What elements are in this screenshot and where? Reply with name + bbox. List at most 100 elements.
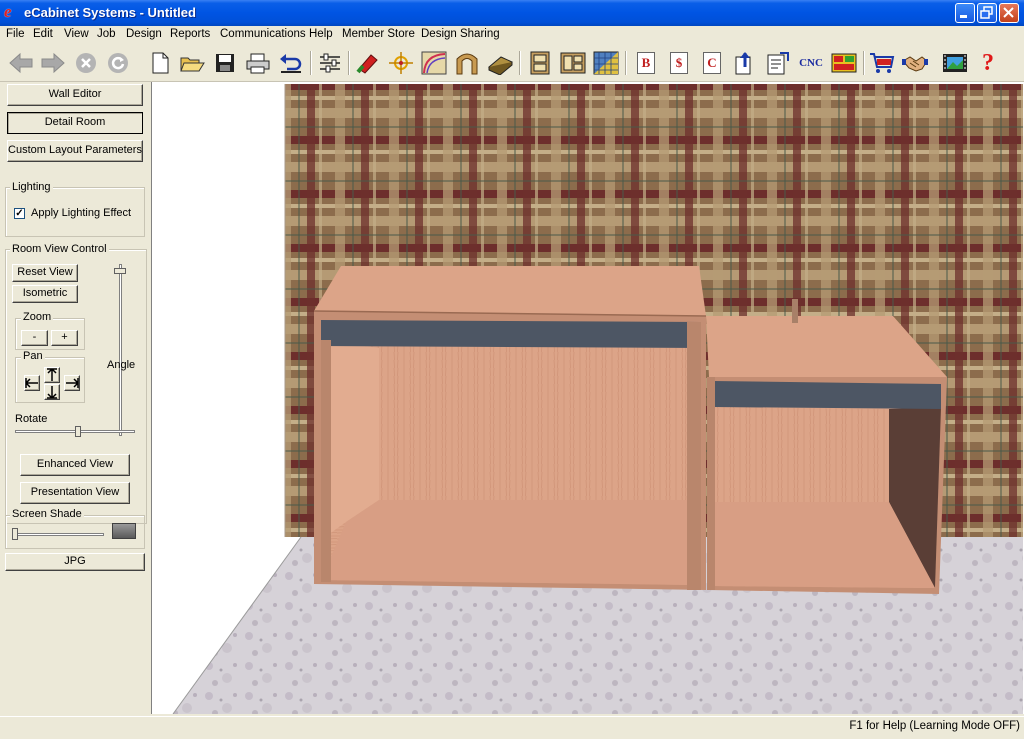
- toolbar-separator: [310, 51, 312, 75]
- cnc-button[interactable]: CNC: [797, 50, 825, 76]
- arch-icon: [456, 53, 478, 75]
- cutlist-button[interactable]: C: [699, 50, 725, 76]
- apply-lighting-label: Apply Lighting Effect: [31, 207, 132, 219]
- screen-shade-slider-thumb[interactable]: [12, 528, 18, 540]
- isometric-button[interactable]: Isometric: [12, 285, 78, 303]
- angle-slider-thumb[interactable]: [114, 268, 126, 274]
- presentation-button[interactable]: [942, 50, 968, 76]
- toolbar-separator: [863, 51, 865, 75]
- curve-button[interactable]: [421, 50, 447, 76]
- hardware-icon: [356, 54, 378, 74]
- cart-button[interactable]: [869, 50, 895, 76]
- new-button[interactable]: [147, 50, 173, 76]
- wall-editor-button[interactable]: Wall Editor: [7, 84, 143, 106]
- export-button[interactable]: [732, 50, 758, 76]
- cabinet-list-icon: [560, 52, 586, 74]
- settings-sliders-icon: [320, 53, 340, 73]
- room-render: [152, 82, 1024, 714]
- pan-left-button[interactable]: [24, 375, 40, 391]
- cost-button[interactable]: $: [666, 50, 692, 76]
- menu-design-sharing[interactable]: Design Sharing: [421, 28, 500, 40]
- open-folder-icon: [180, 57, 205, 72]
- cutlist-icon: C: [703, 52, 721, 74]
- jpg-button[interactable]: JPG: [5, 553, 145, 571]
- save-button[interactable]: [212, 50, 238, 76]
- left-panel: Wall Editor Detail Room Custom Layout Pa…: [0, 82, 150, 714]
- cart-icon: [870, 53, 895, 73]
- toolbar-separator: [519, 51, 521, 75]
- pan-up-button[interactable]: [44, 367, 60, 383]
- menu-view[interactable]: View: [64, 28, 89, 40]
- menu-file[interactable]: File: [6, 28, 25, 40]
- lighting-group-title: Lighting: [10, 181, 53, 193]
- undo-button[interactable]: [278, 50, 304, 76]
- menu-reports[interactable]: Reports: [170, 28, 210, 40]
- restore-button[interactable]: [977, 3, 997, 23]
- close-button[interactable]: [999, 3, 1019, 23]
- panel-layout-button[interactable]: [831, 50, 857, 76]
- help-icon: ?: [982, 49, 994, 76]
- arch-button[interactable]: [454, 50, 480, 76]
- reset-view-button[interactable]: Reset View: [12, 264, 78, 282]
- cabinet-list-button[interactable]: [560, 50, 586, 76]
- menu-communications[interactable]: Communications: [220, 28, 306, 40]
- save-disk-icon: [216, 54, 234, 72]
- zoom-group-title: Zoom: [21, 311, 54, 323]
- cost-icon: $: [670, 52, 688, 74]
- custom-layout-parameters-button[interactable]: Custom Layout Parameters: [7, 140, 143, 162]
- rotate-label: Rotate: [15, 413, 48, 425]
- help-button[interactable]: ?: [975, 50, 1001, 76]
- app-logo-icon: e: [4, 2, 12, 21]
- node-icon: [389, 52, 413, 74]
- report-button[interactable]: [765, 50, 791, 76]
- enhanced-view-button[interactable]: Enhanced View: [20, 454, 130, 476]
- open-button[interactable]: [179, 50, 205, 76]
- room-view-control-title: Room View Control: [10, 243, 109, 255]
- menu-help[interactable]: Help: [309, 28, 333, 40]
- new-file-icon: [152, 52, 169, 74]
- rotate-slider-thumb[interactable]: [75, 426, 81, 437]
- close-icon: [1003, 7, 1014, 18]
- minimize-icon: [960, 15, 967, 18]
- minimize-button[interactable]: [955, 3, 975, 23]
- menu-member-store[interactable]: Member Store: [342, 28, 415, 40]
- pan-down-button[interactable]: [44, 384, 60, 400]
- film-icon: [943, 54, 967, 72]
- menu-job[interactable]: Job: [97, 28, 116, 40]
- pan-right-button[interactable]: [64, 375, 80, 391]
- presentation-view-button[interactable]: Presentation View: [20, 482, 130, 504]
- zoom-in-button[interactable]: +: [51, 330, 78, 346]
- cabinet-button[interactable]: [527, 50, 553, 76]
- design-sharing-button[interactable]: [902, 50, 928, 76]
- toolbar: B $ C CNC ?: [0, 45, 1024, 82]
- restore-icon: [980, 6, 993, 19]
- apply-lighting-checkbox[interactable]: ✓: [14, 208, 25, 219]
- board-button[interactable]: [487, 50, 513, 76]
- detail-room-button[interactable]: Detail Room: [7, 112, 143, 134]
- room-3d-viewport[interactable]: [151, 82, 1024, 714]
- texture-button[interactable]: [593, 50, 619, 76]
- node-button[interactable]: [388, 50, 414, 76]
- zoom-out-button[interactable]: -: [21, 330, 48, 346]
- menu-design[interactable]: Design: [126, 28, 162, 40]
- refresh-icon: [108, 53, 128, 73]
- toolbar-separator: [348, 51, 350, 75]
- angle-slider-track[interactable]: [119, 264, 122, 436]
- stop-button[interactable]: [73, 50, 99, 76]
- cnc-icon: CNC: [799, 57, 823, 69]
- forward-button[interactable]: [40, 50, 66, 76]
- screen-shade-slider-track[interactable]: [12, 533, 104, 536]
- bill-of-materials-button[interactable]: B: [633, 50, 659, 76]
- hardware-button[interactable]: [355, 50, 381, 76]
- arrow-right-icon: [66, 378, 79, 388]
- back-arrow-icon: [9, 52, 33, 74]
- bill-icon: B: [637, 52, 655, 74]
- print-button[interactable]: [245, 50, 271, 76]
- curve-icon: [421, 51, 447, 75]
- status-help-text: F1 for Help (Learning Mode OFF): [849, 720, 1020, 732]
- menu-edit[interactable]: Edit: [33, 28, 53, 40]
- refresh-button[interactable]: [105, 50, 131, 76]
- back-button[interactable]: [8, 50, 34, 76]
- options-button[interactable]: [317, 50, 343, 76]
- shade-color-swatch[interactable]: [112, 523, 136, 539]
